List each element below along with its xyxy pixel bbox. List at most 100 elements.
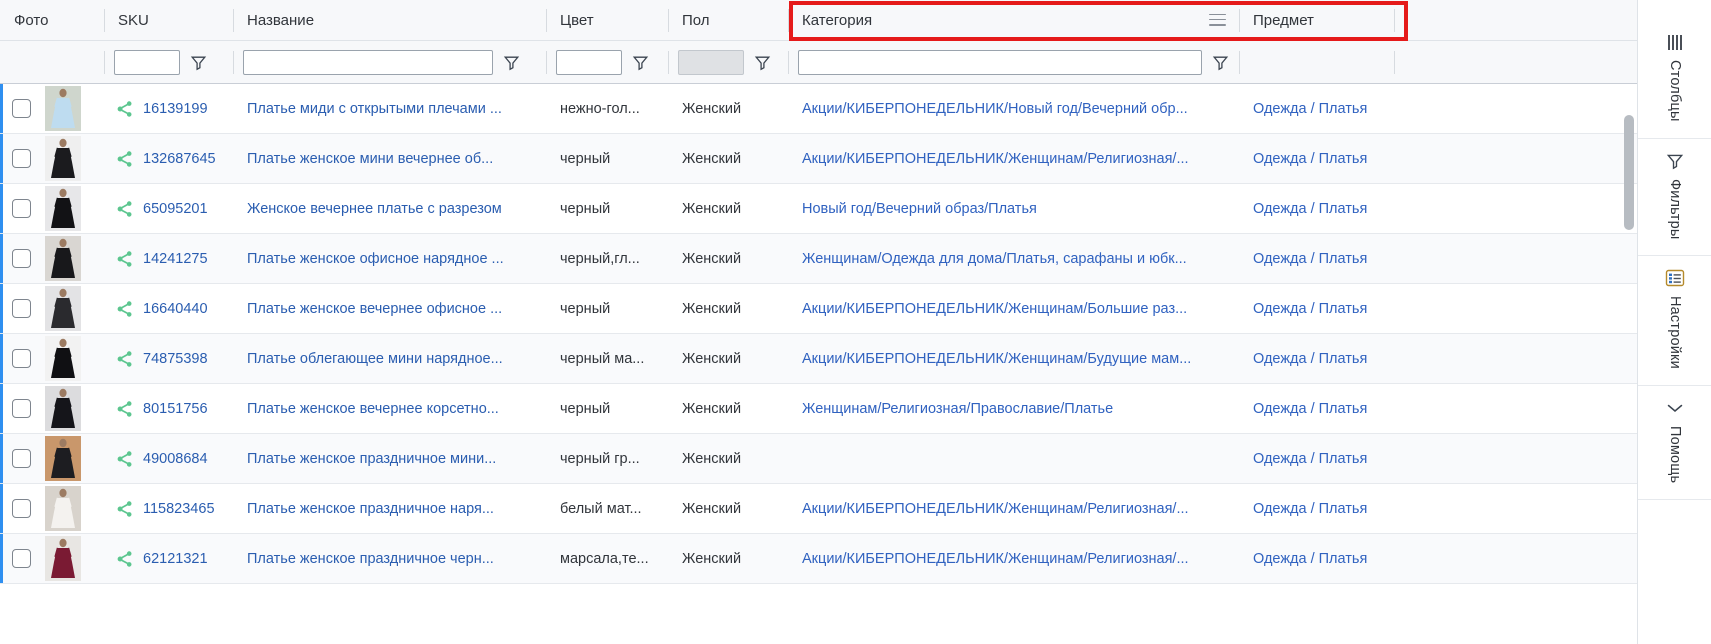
cell-name[interactable]: Платье женское вечернее офисное ... (233, 284, 546, 334)
share-icon[interactable] (116, 450, 134, 468)
sku-link[interactable]: 49008684 (143, 451, 208, 467)
cell-sku[interactable]: 132687645 (104, 134, 233, 184)
cell-name[interactable]: Платье женское праздничное черн... (233, 534, 546, 584)
column-header-name[interactable]: Название (233, 0, 546, 41)
item-link[interactable]: Одежда / Платья (1253, 401, 1367, 417)
filter-funnel-icon-sku[interactable] (190, 54, 207, 71)
grid-body[interactable]: 16139199 Платье миди с открытыми плечами … (0, 84, 1637, 644)
share-icon[interactable] (116, 500, 134, 518)
product-thumbnail[interactable] (45, 136, 81, 181)
product-name-link[interactable]: Платье женское офисное нарядное ... (247, 251, 504, 267)
item-link[interactable]: Одежда / Платья (1253, 501, 1367, 517)
category-link[interactable]: Акции/КИБЕРПОНЕДЕЛЬНИК/Новый год/Вечерни… (802, 101, 1188, 117)
row-select-checkbox[interactable] (12, 299, 31, 318)
product-name-link[interactable]: Платье женское мини вечернее об... (247, 151, 493, 167)
cell-name[interactable]: Платье облегающее мини нарядное... (233, 334, 546, 384)
cell-sku[interactable]: 49008684 (104, 434, 233, 484)
share-icon[interactable] (116, 400, 134, 418)
product-name-link[interactable]: Женское вечернее платье с разрезом (247, 201, 502, 217)
share-icon[interactable] (116, 550, 134, 568)
item-link[interactable]: Одежда / Платья (1253, 151, 1367, 167)
filter-input-sku[interactable] (114, 49, 180, 75)
cell-item[interactable]: Одежда / Платья (1239, 334, 1394, 384)
row-select-checkbox[interactable] (12, 149, 31, 168)
product-thumbnail[interactable] (45, 236, 81, 281)
row-select-checkbox[interactable] (12, 249, 31, 268)
filter-input-color[interactable] (556, 49, 622, 75)
cell-category[interactable]: Акции/КИБЕРПОНЕДЕЛЬНИК/Женщинам/Религиоз… (788, 134, 1239, 184)
table-row[interactable]: 49008684 Платье женское праздничное мини.… (0, 434, 1637, 484)
cell-category[interactable]: Акции/КИБЕРПОНЕДЕЛЬНИК/Женщинам/Религиоз… (788, 484, 1239, 534)
cell-sku[interactable]: 62121321 (104, 534, 233, 584)
product-name-link[interactable]: Платье женское праздничное мини... (247, 451, 496, 467)
filter-input-name[interactable] (243, 49, 493, 75)
cell-name[interactable]: Женское вечернее платье с разрезом (233, 184, 546, 234)
sku-link[interactable]: 115823465 (143, 501, 215, 517)
category-link[interactable]: Акции/КИБЕРПОНЕДЕЛЬНИК/Женщинам/Большие … (802, 301, 1187, 317)
share-icon[interactable] (116, 200, 134, 218)
column-header-category[interactable]: Категория (788, 0, 1239, 41)
row-select-checkbox[interactable] (12, 99, 31, 118)
sku-link[interactable]: 16139199 (143, 101, 208, 117)
vertical-scrollbar[interactable] (1623, 85, 1635, 644)
product-thumbnail[interactable] (45, 386, 81, 431)
filter-funnel-icon-gender[interactable] (754, 54, 771, 71)
column-header-item[interactable]: Предмет (1239, 0, 1394, 41)
product-name-link[interactable]: Платье миди с открытыми плечами ... (247, 101, 502, 117)
vertical-scrollbar-thumb[interactable] (1624, 115, 1634, 230)
product-name-link[interactable]: Платье женское вечернее корсетно... (247, 401, 499, 417)
row-select-checkbox[interactable] (12, 549, 31, 568)
row-select-checkbox[interactable] (12, 449, 31, 468)
category-link[interactable]: Акции/КИБЕРПОНЕДЕЛЬНИК/Женщинам/Будущие … (802, 351, 1191, 367)
cell-sku[interactable]: 115823465 (104, 484, 233, 534)
cell-category[interactable]: Женщинам/Одежда для дома/Платья, сарафан… (788, 234, 1239, 284)
sku-link[interactable]: 80151756 (143, 401, 208, 417)
cell-name[interactable]: Платье женское вечернее корсетно... (233, 384, 546, 434)
item-link[interactable]: Одежда / Платья (1253, 301, 1367, 317)
product-thumbnail[interactable] (45, 436, 81, 481)
product-thumbnail[interactable] (45, 536, 81, 581)
sidebar-item-settings[interactable]: Настройки (1638, 256, 1711, 387)
row-select-checkbox[interactable] (12, 399, 31, 418)
cell-category[interactable]: Акции/КИБЕРПОНЕДЕЛЬНИК/Женщинам/Будущие … (788, 334, 1239, 384)
cell-item[interactable]: Одежда / Платья (1239, 84, 1394, 134)
cell-item[interactable]: Одежда / Платья (1239, 184, 1394, 234)
share-icon[interactable] (116, 300, 134, 318)
column-header-foto[interactable]: Фото (0, 0, 104, 41)
product-thumbnail[interactable] (45, 186, 81, 231)
table-row[interactable]: 14241275 Платье женское офисное нарядное … (0, 234, 1637, 284)
category-link[interactable]: Акции/КИБЕРПОНЕДЕЛЬНИК/Женщинам/Религиоз… (802, 551, 1189, 567)
item-link[interactable]: Одежда / Платья (1253, 201, 1367, 217)
product-name-link[interactable]: Платье женское вечернее офисное ... (247, 301, 502, 317)
share-icon[interactable] (116, 150, 134, 168)
sku-link[interactable]: 65095201 (143, 201, 208, 217)
sku-link[interactable]: 74875398 (143, 351, 208, 367)
cell-item[interactable]: Одежда / Платья (1239, 484, 1394, 534)
sidebar-item-columns[interactable]: Столбцы (1638, 20, 1711, 139)
cell-category[interactable]: Акции/КИБЕРПОНЕДЕЛЬНИК/Женщинам/Религиоз… (788, 534, 1239, 584)
sku-link[interactable]: 62121321 (143, 551, 208, 567)
table-row[interactable]: 65095201 Женское вечернее платье с разрез… (0, 184, 1637, 234)
cell-name[interactable]: Платье миди с открытыми плечами ... (233, 84, 546, 134)
cell-category[interactable] (788, 434, 1239, 484)
table-row[interactable]: 62121321 Платье женское праздничное черн.… (0, 534, 1637, 584)
cell-category[interactable]: Акции/КИБЕРПОНЕДЕЛЬНИК/Новый год/Вечерни… (788, 84, 1239, 134)
category-link[interactable]: Новый год/Вечерний образ/Платья (802, 201, 1037, 217)
row-select-checkbox[interactable] (12, 349, 31, 368)
row-select-checkbox[interactable] (12, 199, 31, 218)
cell-category[interactable]: Акции/КИБЕРПОНЕДЕЛЬНИК/Женщинам/Большие … (788, 284, 1239, 334)
cell-name[interactable]: Платье женское мини вечернее об... (233, 134, 546, 184)
category-link[interactable]: Женщинам/Религиозная/Православие/Платье (802, 401, 1113, 417)
product-name-link[interactable]: Платье женское праздничное наря... (247, 501, 494, 517)
product-thumbnail[interactable] (45, 336, 81, 381)
cell-sku[interactable]: 16139199 (104, 84, 233, 134)
filter-funnel-icon-category[interactable] (1212, 54, 1229, 71)
cell-item[interactable]: Одежда / Платья (1239, 534, 1394, 584)
table-row[interactable]: 115823465 Платье женское праздничное наря… (0, 484, 1637, 534)
product-thumbnail[interactable] (45, 86, 81, 131)
table-row[interactable]: 132687645 Платье женское мини вечернее об… (0, 134, 1637, 184)
filter-funnel-icon-name[interactable] (503, 54, 520, 71)
table-row[interactable]: 80151756 Платье женское вечернее корсетно… (0, 384, 1637, 434)
table-row[interactable]: 16139199 Платье миди с открытыми плечами … (0, 84, 1637, 134)
category-link[interactable]: Женщинам/Одежда для дома/Платья, сарафан… (802, 251, 1187, 267)
